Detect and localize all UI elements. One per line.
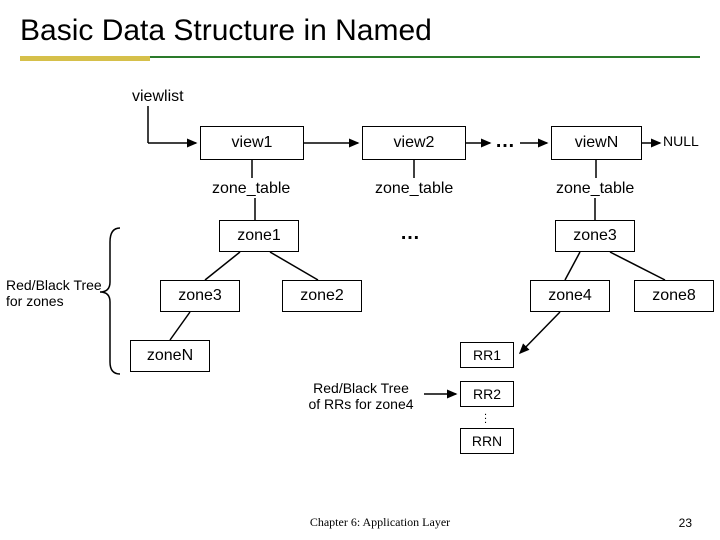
slide-title: Basic Data Structure in Named bbox=[20, 14, 700, 48]
footer-text: Chapter 6: Application Layer bbox=[20, 515, 720, 530]
connectors-svg bbox=[0, 70, 720, 490]
title-rule bbox=[20, 56, 700, 59]
diagram-canvas: viewlist view1 view2 viewN … NULL zone_t… bbox=[0, 70, 720, 490]
page-number: 23 bbox=[679, 516, 692, 530]
